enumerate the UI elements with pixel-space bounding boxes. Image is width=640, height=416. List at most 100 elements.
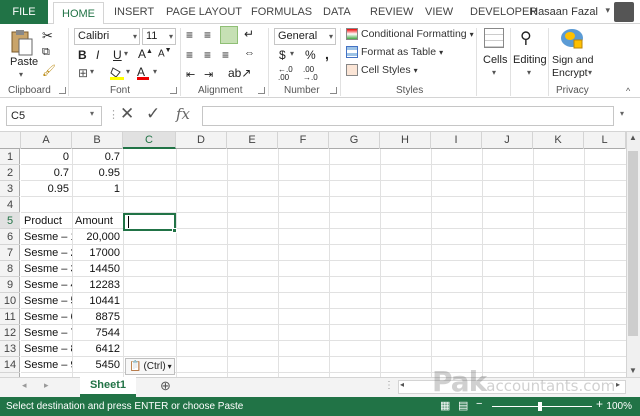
column-header-e[interactable]: E [227, 132, 278, 149]
sign-encrypt-label-1[interactable]: Sign and [552, 54, 593, 66]
tab-home[interactable]: HOME [53, 2, 104, 25]
grow-font-icon[interactable]: A▲ [138, 47, 153, 61]
column-header-l[interactable]: L [584, 132, 626, 149]
row-header-13[interactable]: 13 [0, 341, 20, 357]
chevron-down-icon[interactable]: ▾ [90, 67, 94, 76]
underline-button[interactable]: U [113, 48, 122, 62]
row-header-4[interactable]: 4 [0, 197, 20, 213]
tab-developer[interactable]: DEVELOPER [470, 6, 537, 18]
vertical-scroll-thumb[interactable] [628, 151, 638, 336]
cell-a10[interactable]: Sesme – 5 [21, 293, 72, 309]
zoom-in-icon[interactable]: + [596, 397, 603, 411]
percent-button[interactable]: % [305, 48, 316, 62]
expand-formula-bar-icon[interactable]: ▾ [620, 109, 624, 118]
normal-view-icon[interactable]: ▦ [440, 399, 450, 412]
chevron-down-icon[interactable]: ▾ [126, 67, 130, 76]
collapse-ribbon-icon[interactable]: ^ [626, 86, 630, 96]
scroll-left-icon[interactable]: ◂ [400, 380, 404, 389]
column-header-i[interactable]: I [431, 132, 482, 149]
column-header-a[interactable]: A [21, 132, 72, 149]
currency-button[interactable]: $ [279, 48, 286, 62]
borders-icon[interactable]: ⊞ [78, 66, 88, 80]
row-header-9[interactable]: 9 [0, 277, 20, 293]
select-all-corner[interactable] [0, 132, 21, 149]
cell-a14[interactable]: Sesme – 9 [21, 357, 72, 373]
merge-center-icon[interactable]: ⇔ [244, 47, 255, 59]
italic-button[interactable]: I [96, 48, 99, 62]
sheet-tab-sheet1[interactable]: Sheet1 [80, 377, 136, 397]
avatar[interactable] [614, 2, 634, 22]
cell-b5[interactable]: Amount [72, 213, 123, 229]
font-launcher-icon[interactable] [170, 87, 177, 94]
scroll-down-icon[interactable]: ▼ [629, 366, 637, 375]
align-middle-icon[interactable]: ≡ [204, 28, 211, 42]
alignment-launcher-icon[interactable] [258, 87, 265, 94]
tab-view[interactable]: VIEW [425, 6, 453, 18]
number-format-combo[interactable]: General ▾ [274, 28, 336, 45]
zoom-level[interactable]: 100% [606, 401, 632, 412]
zoom-out-icon[interactable]: − [476, 398, 482, 410]
tab-page-layout[interactable]: PAGE LAYOUT [166, 6, 242, 18]
chevron-down-icon[interactable]: ▾ [19, 70, 23, 79]
chevron-down-icon[interactable]: ▾ [492, 68, 496, 77]
cell-b14[interactable]: 5450 [72, 357, 123, 373]
font-name-combo[interactable]: Calibri ▾ [74, 28, 140, 45]
cell-b3[interactable]: 1 [72, 181, 123, 197]
chevron-down-icon[interactable]: ▾ [124, 49, 128, 58]
copy-icon[interactable]: ⧉ [42, 46, 50, 59]
editing-button[interactable]: Editing [513, 54, 547, 66]
cell-a5[interactable]: Product [21, 213, 72, 229]
row-header-12[interactable]: 12 [0, 325, 20, 341]
column-header-c[interactable]: C [123, 132, 176, 149]
conditional-formatting-button[interactable]: Conditional Formatting ▾ [346, 28, 474, 40]
next-sheet-icon[interactable]: ▸ [44, 380, 49, 391]
sign-encrypt-label-2[interactable]: Encrypt [552, 67, 588, 79]
zoom-slider[interactable] [492, 406, 592, 407]
clipboard-launcher-icon[interactable] [59, 87, 66, 94]
shrink-font-icon[interactable]: A▼ [158, 47, 172, 59]
zoom-slider-thumb[interactable] [538, 402, 542, 411]
align-left-icon[interactable]: ≡ [186, 48, 193, 62]
cancel-icon[interactable]: ✕ [120, 104, 134, 124]
align-top-icon[interactable]: ≡ [186, 28, 193, 42]
cell-b2[interactable]: 0.95 [72, 165, 123, 181]
comma-button[interactable]: , [325, 46, 329, 62]
sign-encrypt-icon[interactable] [560, 28, 584, 50]
cell-a6[interactable]: Sesme – 1 [21, 229, 72, 245]
wrap-text-icon[interactable]: ↵ [244, 27, 254, 41]
column-header-d[interactable]: D [176, 132, 227, 149]
tab-review[interactable]: REVIEW [370, 6, 413, 18]
column-header-h[interactable]: H [380, 132, 431, 149]
tab-insert[interactable]: INSERT [114, 6, 154, 18]
row-header-7[interactable]: 7 [0, 245, 20, 261]
column-header-b[interactable]: B [72, 132, 123, 149]
cell-b13[interactable]: 6412 [72, 341, 123, 357]
cell-a12[interactable]: Sesme – 7 [21, 325, 72, 341]
cell-a1[interactable]: 0 [21, 149, 72, 165]
increase-decimal-icon[interactable]: ←.0.00 [278, 66, 293, 82]
paste-button[interactable]: Paste [10, 56, 38, 68]
orientation-icon[interactable]: ab↗ [228, 66, 251, 80]
prev-sheet-icon[interactable]: ◂ [22, 380, 27, 391]
chevron-down-icon[interactable]: ▾ [588, 68, 592, 77]
align-center-icon[interactable]: ≡ [204, 48, 211, 62]
fill-color-icon[interactable] [110, 66, 124, 80]
cell-b1[interactable]: 0.7 [72, 149, 123, 165]
decrease-decimal-icon[interactable]: .00 →.0 [303, 66, 318, 82]
formula-input[interactable] [202, 106, 614, 126]
increase-indent-icon[interactable]: ⇥ [204, 68, 213, 81]
row-header-11[interactable]: 11 [0, 309, 20, 325]
align-bottom-icon[interactable] [220, 26, 238, 44]
chevron-down-icon[interactable]: ▾ [527, 68, 531, 77]
bold-button[interactable]: B [78, 48, 87, 62]
format-as-table-button[interactable]: Format as Table ▾ [346, 46, 443, 58]
column-header-f[interactable]: F [278, 132, 329, 149]
cut-icon[interactable]: ✂ [42, 28, 53, 44]
row-header-10[interactable]: 10 [0, 293, 20, 309]
cell-a8[interactable]: Sesme – 3 [21, 261, 72, 277]
font-color-icon[interactable]: A [137, 65, 151, 80]
column-header-j[interactable]: J [482, 132, 533, 149]
cell-a7[interactable]: Sesme – 2 [21, 245, 72, 261]
cells-button[interactable]: Cells [483, 54, 507, 66]
row-header-6[interactable]: 6 [0, 229, 20, 245]
